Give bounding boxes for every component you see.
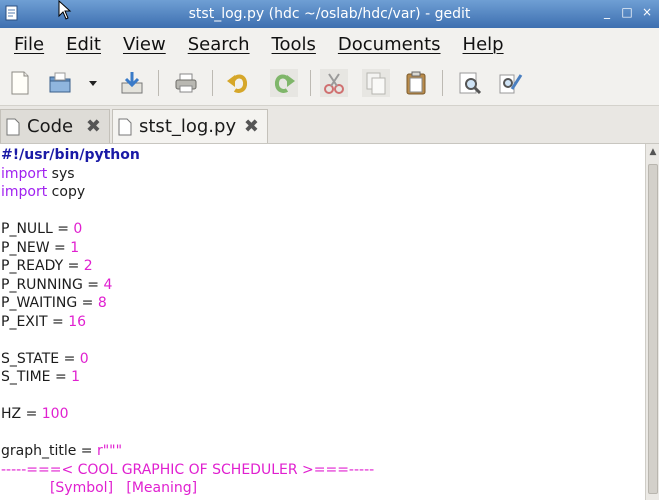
replace-icon	[499, 74, 523, 94]
menu-tools[interactable]: Tools	[272, 34, 316, 55]
code-token: 4	[103, 276, 113, 293]
code-token: copy	[47, 184, 86, 200]
new-document-button[interactable]	[6, 69, 34, 97]
code-token: [Symbol] [Meaning]	[1, 480, 198, 496]
document-icon	[118, 118, 132, 135]
code-token: P_READY =	[1, 258, 84, 274]
menu-view[interactable]: View	[123, 34, 166, 55]
code-token: import	[1, 184, 48, 200]
window-title: stst_log.py (hdc ~/oslab/hdc/var) - gedi…	[188, 6, 471, 22]
minimize-button[interactable]: _	[601, 5, 613, 19]
code-line[interactable]: import copy	[1, 183, 85, 202]
code-token: #!/usr/bin/python	[1, 147, 140, 163]
menu-help[interactable]: Help	[463, 34, 504, 55]
toolbar-separator	[212, 70, 213, 96]
close-icon[interactable]: ✖	[244, 116, 259, 137]
copy-button[interactable]	[362, 69, 390, 97]
code-line[interactable]: S_STATE = 0	[1, 350, 89, 369]
title-bar: stst_log.py (hdc ~/oslab/hdc/var) - gedi…	[0, 0, 659, 28]
toolbar-separator	[158, 70, 159, 96]
tab-stst-log-label: stst_log.py	[139, 116, 237, 137]
code-line[interactable]: import sys	[1, 165, 75, 184]
toolbar-separator	[442, 70, 443, 96]
open-icon	[49, 72, 71, 93]
replace-button[interactable]	[496, 69, 524, 97]
close-window-button[interactable]: ×	[641, 5, 653, 19]
code-token: 8	[97, 295, 107, 311]
find-icon	[459, 72, 482, 95]
scroll-up-arrow-icon[interactable]: ▲	[647, 146, 659, 158]
code-token: 16	[68, 313, 87, 330]
code-token: S_TIME =	[1, 369, 72, 385]
code-token: 1	[70, 239, 80, 256]
redo-icon	[274, 74, 295, 93]
code-token: P_WAITING =	[1, 295, 98, 311]
code-token: P_RUNNING =	[1, 276, 104, 293]
paste-icon	[406, 71, 426, 95]
menu-edit[interactable]: Edit	[66, 34, 101, 55]
code-line[interactable]: P_NULL = 0	[1, 220, 82, 239]
code-token: import	[1, 165, 48, 182]
tab-bar: Code ✖ stst_log.py ✖	[0, 106, 659, 144]
code-token: HZ =	[1, 406, 42, 422]
new-document-icon	[11, 71, 29, 95]
print-button[interactable]	[172, 69, 200, 97]
vertical-scrollbar[interactable]: ▲	[645, 144, 659, 500]
dropdown-arrow-icon	[89, 81, 97, 86]
code-token: graph_title =	[1, 443, 97, 459]
code-line[interactable]: #!/usr/bin/python	[1, 146, 140, 165]
code-line[interactable]: graph_title = r"""	[1, 442, 122, 461]
toolbar	[0, 60, 659, 106]
cut-button[interactable]	[320, 69, 348, 97]
save-button[interactable]	[118, 69, 146, 97]
mouse-pointer-icon	[58, 0, 72, 20]
code-token: sys	[47, 165, 75, 182]
undo-icon	[227, 74, 248, 93]
code-line[interactable]: P_WAITING = 8	[1, 294, 107, 313]
print-icon	[175, 73, 197, 93]
toolbar-separator	[310, 70, 311, 96]
open-recent-dropdown[interactable]	[84, 69, 102, 97]
code-token: 0	[73, 221, 83, 237]
undo-button[interactable]	[224, 69, 252, 97]
code-line[interactable]: P_EXIT = 16	[1, 313, 86, 332]
code-token: P_EXIT =	[1, 313, 69, 330]
code-token: P_NULL =	[1, 221, 74, 237]
code-token: r"""	[96, 443, 123, 459]
code-token: P_NEW =	[1, 239, 71, 256]
redo-button[interactable]	[270, 69, 298, 97]
code-token: 100	[41, 406, 69, 422]
menu-search[interactable]: Search	[188, 34, 250, 55]
close-icon[interactable]: ✖	[86, 116, 101, 137]
copy-icon	[366, 72, 386, 95]
code-token: 2	[83, 258, 93, 274]
code-line[interactable]: -----===< COOL GRAPHIC OF SCHEDULER >===…	[1, 461, 374, 480]
code-token: 1	[71, 369, 81, 385]
document-icon	[6, 118, 20, 135]
cut-icon	[324, 73, 344, 94]
code-line[interactable]: P_READY = 2	[1, 257, 93, 276]
paste-button[interactable]	[402, 69, 430, 97]
code-line[interactable]: HZ = 100	[1, 405, 68, 424]
menu-bar: File Edit View Search Tools Documents He…	[0, 28, 659, 60]
code-line[interactable]: S_TIME = 1	[1, 368, 80, 387]
code-token: 0	[79, 350, 89, 367]
code-editor[interactable]: #!/usr/bin/python import sys import copy P_…	[0, 144, 645, 500]
tab-stst-log[interactable]: stst_log.py ✖	[112, 109, 268, 143]
code-line[interactable]: [Symbol] [Meaning]	[1, 479, 197, 498]
code-token: -----===< COOL GRAPHIC OF SCHEDULER >===…	[1, 461, 375, 478]
scroll-thumb[interactable]	[648, 164, 658, 494]
open-button[interactable]	[46, 69, 74, 97]
find-button[interactable]	[456, 69, 484, 97]
save-icon	[121, 72, 143, 94]
tab-code[interactable]: Code ✖	[0, 109, 110, 143]
menu-documents[interactable]: Documents	[338, 34, 441, 55]
tab-code-label: Code	[27, 116, 74, 137]
code-token: S_STATE =	[1, 350, 80, 367]
code-line[interactable]: P_NEW = 1	[1, 239, 79, 258]
menu-file[interactable]: File	[14, 34, 44, 55]
maximize-button[interactable]: □	[621, 5, 633, 19]
code-line[interactable]: P_RUNNING = 4	[1, 276, 112, 295]
